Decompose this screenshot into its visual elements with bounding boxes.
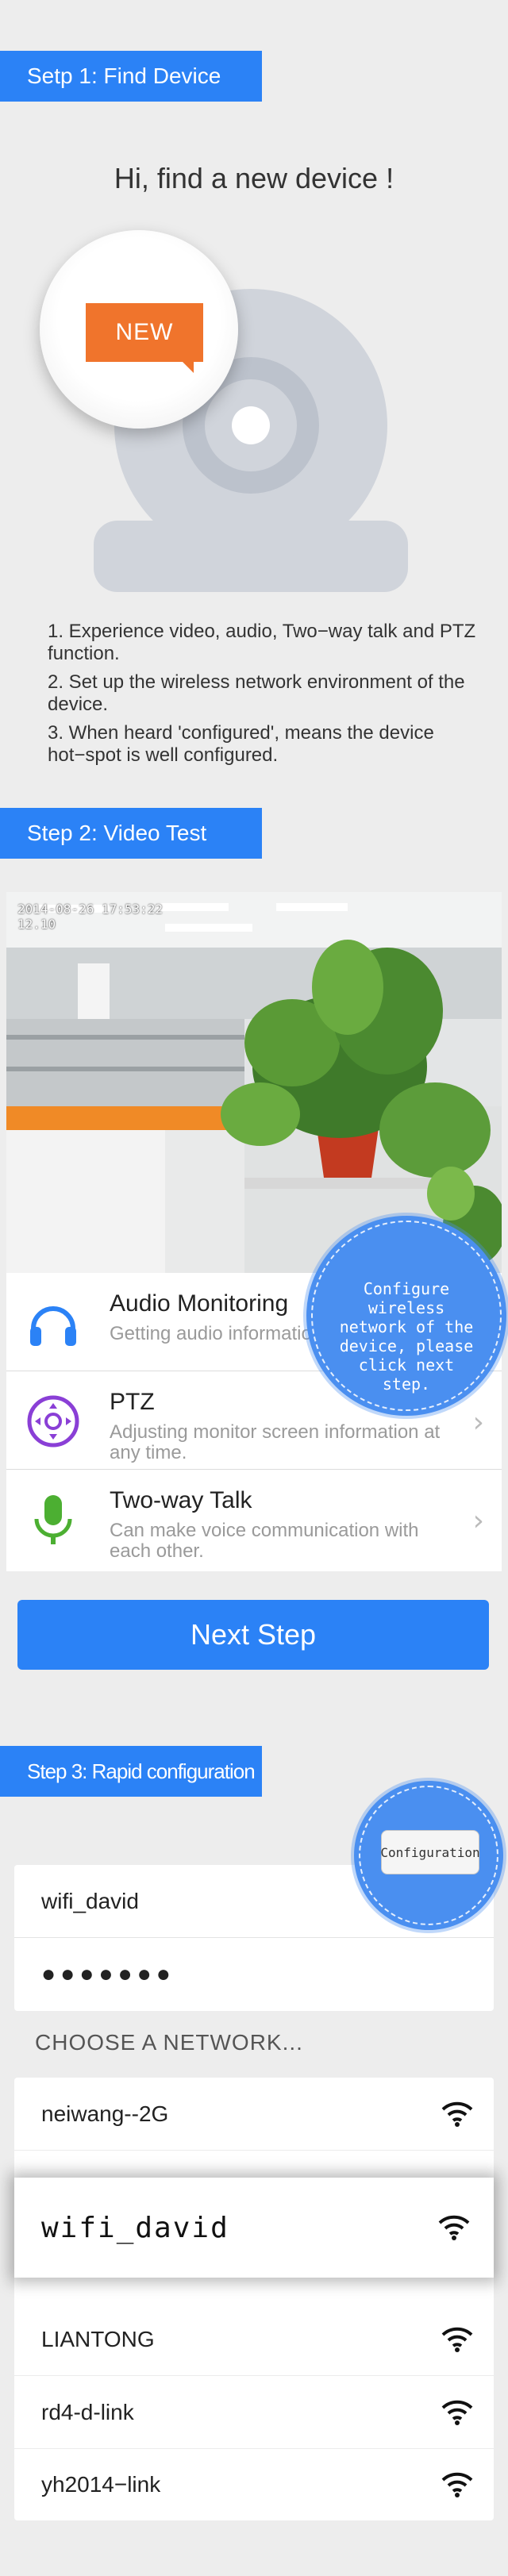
choose-network-label: CHOOSE A NETWORK... [35, 2030, 303, 2055]
wifi-icon [441, 2400, 473, 2425]
network-name: neiwang--2G [41, 2101, 169, 2126]
instruction-1: 1. Experience video, audio, Two−way talk… [48, 621, 476, 664]
network-name: yh2014−link [41, 2472, 161, 2497]
network-item[interactable]: neiwang--2G [14, 2078, 494, 2151]
network-name: wifi_david [41, 2211, 229, 2244]
wifi-icon [441, 2472, 473, 2497]
instruction-3: 3. When heard 'configured', means the de… [48, 722, 434, 766]
new-badge: NEW [86, 303, 203, 373]
feature-desc: Adjusting monitor screen information at … [110, 1421, 441, 1463]
step2-banner: Step 2: Video Test [0, 808, 262, 859]
network-item[interactable]: yh2014−link [14, 2449, 494, 2520]
network-name: LIANTONG [41, 2326, 155, 2351]
ptz-icon [27, 1395, 79, 1448]
instructions: 1. Experience video, audio, Two−way talk… [48, 621, 476, 773]
video-timestamp: 2014-08-26 17:53:22 12.10 [17, 902, 163, 932]
timestamp-extra: 12.10 [17, 917, 56, 932]
next-step-hint: Configure wireless network of the device… [306, 1216, 506, 1416]
video-preview: 2014-08-26 17:53:22 12.10 [6, 892, 502, 1273]
feature-title: Two-way Talk [110, 1487, 252, 1513]
headphones-icon [30, 1306, 76, 1346]
feature-two-way-talk[interactable]: Two-way Talk Can make voice communicatio… [6, 1470, 502, 1568]
configuration-hint: Configuration [354, 1781, 503, 1930]
chevron-right-icon: › [472, 1406, 484, 1439]
timestamp-date: 2014-08-26 17:53:22 [17, 902, 164, 917]
find-device-headline: Hi, find a new device ! [114, 162, 394, 194]
step3-banner: Step 3: Rapid configuration [0, 1746, 262, 1797]
wifi-icon [441, 2101, 473, 2127]
hint-text: Configure wireless network of the device… [339, 1279, 474, 1394]
feature-title: Audio Monitoring [110, 1290, 289, 1317]
office-scene-image [6, 892, 502, 1273]
configuration-button[interactable]: Configuration [380, 1830, 480, 1874]
next-step-button[interactable]: Next Step [17, 1600, 489, 1670]
microphone-icon [34, 1495, 72, 1544]
step1-banner: Setp 1: Find Device [0, 51, 262, 102]
feature-title: PTZ [110, 1389, 155, 1415]
network-list: neiwang--2G LIANTONG rd4-d-link yh2014−l… [14, 2078, 494, 2520]
chevron-right-icon: › [472, 1505, 484, 1537]
network-name: rd4-d-link [41, 2399, 134, 2424]
network-item[interactable]: LIANTONG [14, 2303, 494, 2376]
feature-desc: Can make voice communication with each o… [110, 1520, 419, 1562]
password-field[interactable]: ●●●●●●● [14, 1938, 494, 2011]
selected-network-item[interactable]: wifi_david [14, 2178, 494, 2278]
wifi-icon [438, 2215, 470, 2240]
network-item[interactable]: rd4-d-link [14, 2376, 494, 2449]
wifi-icon [441, 2327, 473, 2352]
instruction-2: 2. Set up the wireless network environme… [48, 671, 465, 715]
